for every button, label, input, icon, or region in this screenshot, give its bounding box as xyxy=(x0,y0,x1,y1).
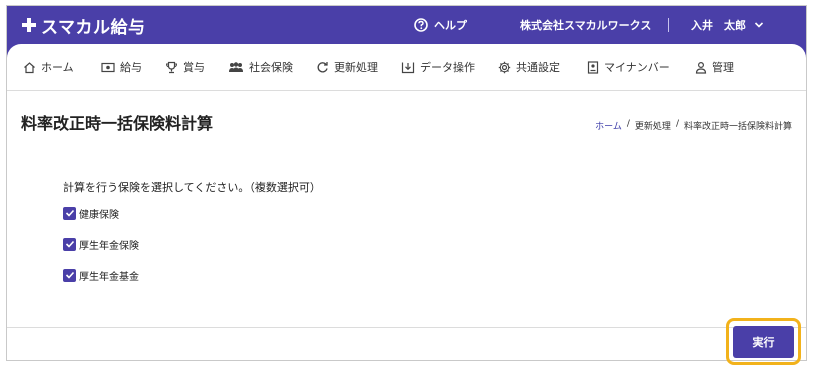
nav-item-admin[interactable]: 管理 xyxy=(695,57,734,77)
nav-item-label: 共通設定 xyxy=(516,61,560,74)
header-divider xyxy=(668,18,669,32)
trophy-icon xyxy=(165,61,178,73)
help-label: ヘルプ xyxy=(434,19,467,32)
nav-item-bonus[interactable]: 賞与 xyxy=(165,57,205,77)
help-link[interactable]: ヘルプ xyxy=(414,15,467,35)
chevron-down-icon xyxy=(754,22,764,28)
checkbox-pension-insurance[interactable]: 厚生年金保険 xyxy=(63,236,139,252)
breadcrumb-current: 料率改正時一括保険料計算 xyxy=(683,122,792,132)
app-window: スマカル給与 ヘルプ 株式会社スマカルワークス 入井 太郎 ホーム 給与 賞与 … xyxy=(6,5,807,361)
nav-item-label: 給与 xyxy=(120,61,142,74)
nav-item-label: 社会保険 xyxy=(249,61,293,74)
nav-item-data-ops[interactable]: データ操作 xyxy=(401,57,475,77)
gear-icon xyxy=(498,61,511,73)
salary-icon xyxy=(101,62,115,72)
checkbox-checked[interactable] xyxy=(63,206,76,220)
people-icon xyxy=(229,61,243,72)
check-icon xyxy=(65,240,74,248)
footer-divider xyxy=(7,327,806,328)
nav-item-label: ホーム xyxy=(41,61,74,74)
company-name: 株式会社スマカルワークス xyxy=(520,19,652,32)
nav-item-label: 管理 xyxy=(712,61,734,74)
top-bar: スマカル給与 ヘルプ 株式会社スマカルワークス 入井 太郎 xyxy=(7,6,806,44)
checkbox-checked[interactable] xyxy=(63,237,76,251)
nav-item-settings[interactable]: 共通設定 xyxy=(498,57,560,77)
id-card-icon xyxy=(587,60,599,74)
breadcrumb: ホーム / 更新処理 / 料率改正時一括保険料計算 xyxy=(595,119,792,132)
nav-item-label: 賞与 xyxy=(183,61,205,74)
nav-item-label: マイナンバー xyxy=(604,61,670,74)
nav-item-update[interactable]: 更新処理 xyxy=(316,57,378,77)
nav-bar: ホーム 給与 賞与 社会保険 更新処理 データ操作 共通設定 マイナンバー 管理 xyxy=(7,44,806,91)
breadcrumb-parent: 更新処理 xyxy=(634,122,671,132)
selection-prompt: 計算を行う保険を選択してください。（複数選択可） xyxy=(63,181,321,194)
nav-item-my-number[interactable]: マイナンバー xyxy=(587,57,670,77)
checkbox-checked[interactable] xyxy=(63,268,76,282)
home-icon xyxy=(24,61,35,73)
nav-item-social-insurance[interactable]: 社会保険 xyxy=(228,57,293,77)
check-icon xyxy=(65,209,74,217)
download-icon xyxy=(401,62,415,73)
help-icon xyxy=(414,18,428,32)
checkbox-label: 厚生年金保険 xyxy=(79,240,139,252)
breadcrumb-separator: / xyxy=(626,119,630,129)
checkbox-label: 厚生年金基金 xyxy=(79,271,139,283)
nav-item-salary[interactable]: 給与 xyxy=(101,57,142,77)
checkbox-health-insurance[interactable]: 健康保険 xyxy=(63,205,119,221)
app-logo-text: スマカル給与 xyxy=(41,17,146,38)
checkbox-pension-fund[interactable]: 厚生年金基金 xyxy=(63,267,139,283)
plus-icon xyxy=(22,18,36,32)
user-menu[interactable]: 入井 太郎 xyxy=(691,15,764,35)
nav-item-label: データ操作 xyxy=(420,61,475,74)
breadcrumb-home[interactable]: ホーム xyxy=(595,119,622,132)
nav-item-home[interactable]: ホーム xyxy=(23,57,74,77)
user-name: 入井 太郎 xyxy=(691,19,746,32)
check-icon xyxy=(65,271,74,279)
refresh-icon xyxy=(317,61,328,72)
nav-item-label: 更新処理 xyxy=(334,61,378,74)
app-logo[interactable]: スマカル給与 xyxy=(21,12,146,38)
page-title: 料率改正時一括保険料計算 xyxy=(21,114,214,133)
user-icon xyxy=(695,61,707,74)
breadcrumb-separator: / xyxy=(675,119,679,129)
execute-button[interactable]: 実行 xyxy=(733,326,794,358)
checkbox-label: 健康保険 xyxy=(79,209,119,221)
